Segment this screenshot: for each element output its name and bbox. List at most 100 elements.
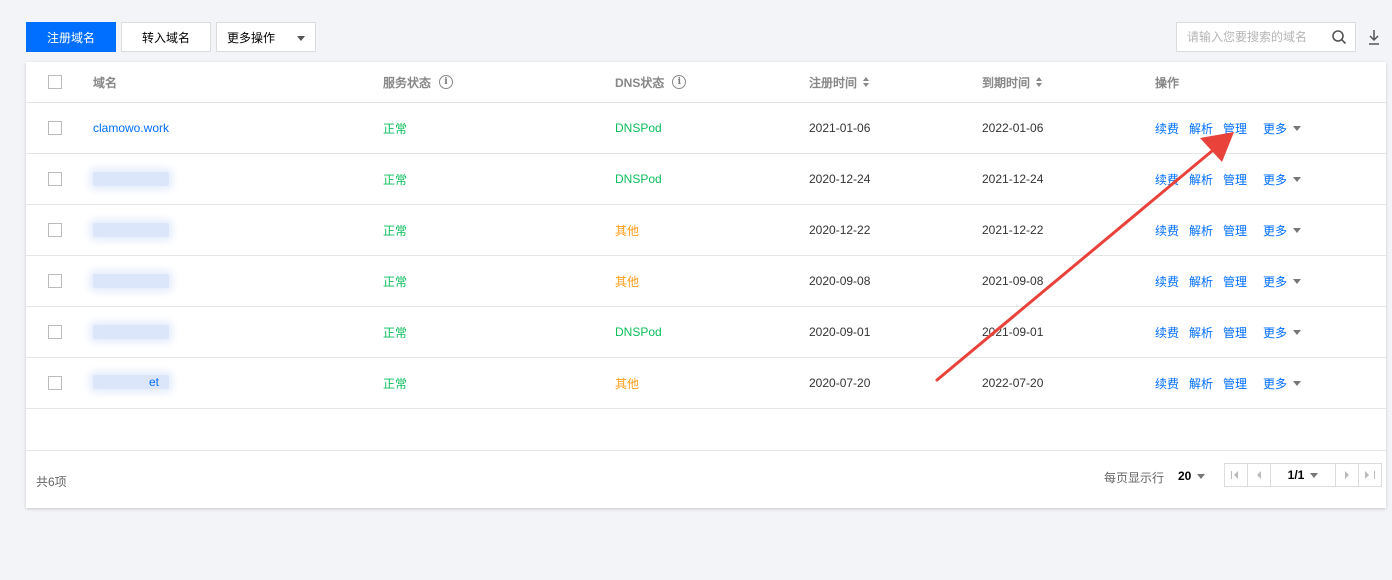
column-header-actions: 操作 (1155, 75, 1180, 90)
more-dropdown[interactable]: 更多 (1263, 375, 1302, 392)
row-checkbox[interactable] (48, 121, 62, 135)
more-dropdown[interactable]: 更多 (1263, 324, 1302, 341)
more-actions-label: 更多操作 (227, 31, 276, 45)
resolve-link[interactable]: 解析 (1189, 120, 1213, 137)
renew-link[interactable]: 续费 (1155, 375, 1179, 392)
redacted-domain[interactable] (93, 172, 169, 186)
more-link: 更多 (1263, 376, 1288, 391)
resolve-link[interactable]: 解析 (1189, 375, 1213, 392)
sort-register-time[interactable]: 注册时间 (809, 62, 870, 102)
table-header: 域名 服务状态 i DNS状态 i 注册时间 到期时间 操作 (26, 62, 1386, 103)
info-icon[interactable]: i (439, 75, 454, 89)
more-link: 更多 (1263, 274, 1288, 289)
page-select[interactable]: 1/1 (1271, 464, 1336, 486)
row-checkbox[interactable] (48, 376, 62, 390)
resolve-link[interactable]: 解析 (1189, 324, 1213, 341)
manage-link[interactable]: 管理 (1223, 324, 1247, 341)
register-domain-button[interactable]: 注册域名 (26, 22, 116, 52)
more-dropdown[interactable]: 更多 (1263, 273, 1302, 290)
search-icon[interactable] (1331, 29, 1347, 45)
chevron-down-icon (1293, 227, 1302, 233)
manage-link[interactable]: 管理 (1223, 273, 1247, 290)
more-dropdown[interactable]: 更多 (1263, 171, 1302, 188)
search-input[interactable] (1177, 23, 1327, 51)
sort-expire-time[interactable]: 到期时间 (982, 62, 1043, 102)
download-icon[interactable] (1366, 28, 1382, 46)
manage-link[interactable]: 管理 (1223, 222, 1247, 239)
next-page-button[interactable] (1336, 464, 1359, 486)
service-status: 正常 (383, 172, 408, 187)
page-indicator: 1/1 (1287, 468, 1305, 482)
service-status: 正常 (383, 121, 408, 136)
register-time: 2021-01-06 (809, 121, 871, 135)
resolve-link[interactable]: 解析 (1189, 222, 1213, 239)
manage-link[interactable]: 管理 (1223, 120, 1247, 137)
chevron-down-icon (1310, 472, 1319, 478)
expire-time: 2021-09-08 (982, 274, 1044, 288)
more-dropdown[interactable]: 更多 (1263, 222, 1302, 239)
column-header-register-time: 注册时间 (809, 75, 858, 90)
dns-status: 其他 (615, 376, 640, 391)
column-header-expire-time: 到期时间 (982, 75, 1031, 90)
domain-table-panel: 域名 服务状态 i DNS状态 i 注册时间 到期时间 操作 clamowo.w… (26, 62, 1386, 508)
manage-link[interactable]: 管理 (1223, 375, 1247, 392)
register-time: 2020-09-08 (809, 274, 871, 288)
column-header-domain: 域名 (93, 75, 118, 90)
dns-status: DNSPod (615, 325, 662, 339)
more-actions-dropdown[interactable]: 更多操作 (216, 22, 316, 52)
info-icon[interactable]: i (672, 75, 687, 89)
expire-time: 2021-09-01 (982, 325, 1044, 339)
per-page-label: 每页显示行 (1104, 471, 1165, 485)
toolbar: 注册域名 转入域名 更多操作 (26, 22, 1386, 52)
page-size-value: 20 (1178, 469, 1192, 483)
renew-link[interactable]: 续费 (1155, 120, 1179, 137)
sort-icon[interactable] (1036, 77, 1043, 87)
domain-link[interactable]: clamowo.work (93, 121, 169, 135)
pagination: 1/1 (1224, 463, 1382, 487)
redacted-domain[interactable] (93, 223, 169, 237)
column-header-service-status: 服务状态 (383, 75, 432, 90)
chevron-down-icon (1293, 380, 1302, 386)
renew-link[interactable]: 续费 (1155, 171, 1179, 188)
chevron-down-icon (1293, 125, 1302, 131)
renew-link[interactable]: 续费 (1155, 222, 1179, 239)
chevron-down-icon (1293, 176, 1302, 182)
select-all-checkbox[interactable] (48, 75, 62, 89)
more-link: 更多 (1263, 121, 1288, 136)
dns-status: 其他 (615, 274, 640, 289)
sort-icon[interactable] (863, 77, 870, 87)
renew-link[interactable]: 续费 (1155, 273, 1179, 290)
row-checkbox[interactable] (48, 325, 62, 339)
transfer-domain-button[interactable]: 转入域名 (121, 22, 211, 52)
resolve-link[interactable]: 解析 (1189, 273, 1213, 290)
row-checkbox[interactable] (48, 223, 62, 237)
dns-status: DNSPod (615, 172, 662, 186)
table-row: 正常 DNSPod 2020-12-24 2021-12-24 续费 解析 管理 更多 (26, 154, 1386, 205)
renew-link[interactable]: 续费 (1155, 324, 1179, 341)
table-row: et 正常 其他 2020-07-20 2022-07-20 续费 解析 管理 更多 (26, 358, 1386, 409)
manage-link[interactable]: 管理 (1223, 171, 1247, 188)
page-size-select[interactable]: 20 (1178, 469, 1206, 483)
expire-time: 2022-07-20 (982, 376, 1044, 390)
redacted-domain[interactable] (93, 274, 169, 288)
service-status: 正常 (383, 274, 408, 289)
more-dropdown[interactable]: 更多 (1263, 120, 1302, 137)
row-checkbox[interactable] (48, 172, 62, 186)
first-page-button[interactable] (1225, 464, 1248, 486)
redacted-domain[interactable] (93, 325, 169, 339)
chevron-down-icon (1293, 278, 1302, 284)
prev-page-button[interactable] (1248, 464, 1271, 486)
more-link: 更多 (1263, 325, 1288, 340)
resolve-link[interactable]: 解析 (1189, 171, 1213, 188)
domain-link[interactable]: et (149, 375, 159, 389)
row-checkbox[interactable] (48, 274, 62, 288)
dns-status: DNSPod (615, 121, 662, 135)
register-time: 2020-12-24 (809, 172, 871, 186)
total-count: 共6项 (36, 475, 67, 489)
column-header-dns-status: DNS状态 (615, 75, 665, 90)
last-page-button[interactable] (1359, 464, 1381, 486)
more-link: 更多 (1263, 223, 1288, 238)
service-status: 正常 (383, 376, 408, 391)
expire-time: 2022-01-06 (982, 121, 1044, 135)
register-time: 2020-09-01 (809, 325, 871, 339)
